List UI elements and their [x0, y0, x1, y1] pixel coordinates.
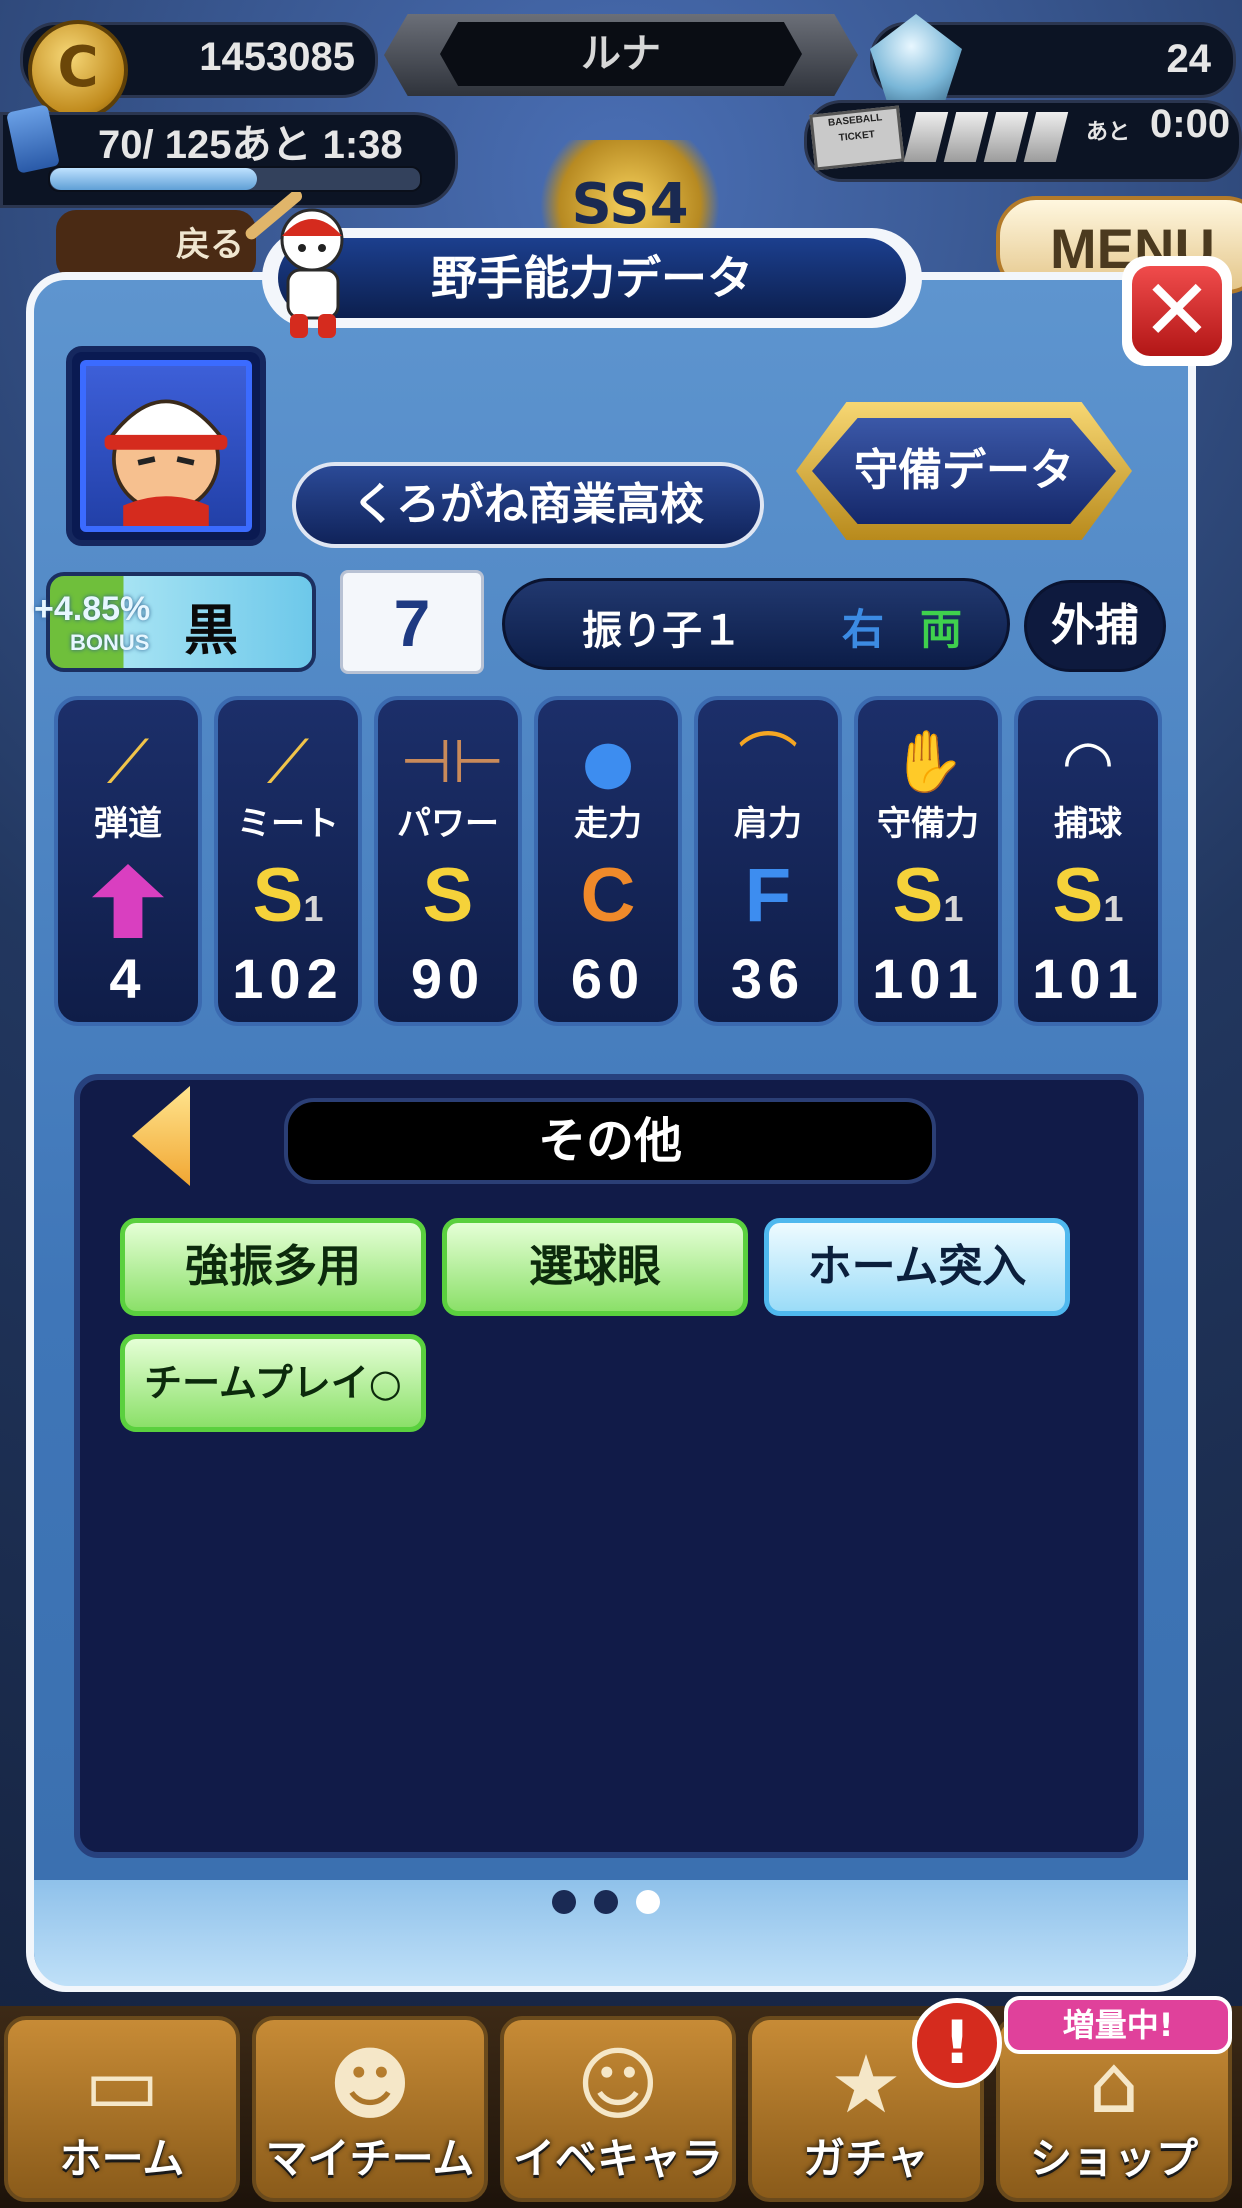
batting-form: 振り子１ — [582, 608, 742, 654]
stat-label: ミート — [237, 804, 339, 844]
skills-box — [74, 1074, 1144, 1858]
stamina-text: 70/ 125あと 1:38 — [98, 123, 403, 167]
defense-data-button[interactable]: 守備データ — [812, 418, 1116, 524]
uniform-number: 7 — [340, 570, 484, 674]
stat-card-catching: ◠ 捕球 S1 101 — [1014, 696, 1162, 1026]
bats-hand: 両 — [920, 605, 963, 654]
batter-mascot-icon — [245, 192, 344, 338]
stat-label: 守備力 — [877, 804, 979, 844]
stat-label: 走力 — [574, 804, 642, 844]
promo-badge: 増量中! — [1004, 1996, 1232, 2054]
stat-value: 36 — [730, 947, 806, 1010]
stat-card-speed: ● 走力 C 60 — [534, 696, 682, 1026]
panel-title: 野手能力データ — [278, 238, 906, 318]
nav-label: マイチーム — [265, 2134, 475, 2183]
dumbbell-icon: ⊣⊢ — [400, 727, 505, 797]
stat-grade-sub: 1 — [303, 888, 324, 929]
stat-card-arm: ⌒ 肩力 F 36 — [694, 696, 842, 1026]
gacha-alert-icon: ! — [912, 1998, 1002, 2088]
trajectory-bat-icon: ⟋ — [107, 727, 149, 797]
stat-label: パワー — [397, 804, 499, 844]
ticket-timer: 0:00 — [1150, 102, 1231, 146]
nav-label: イベキャラ — [512, 2134, 723, 2183]
position-badge: 外捕 — [1024, 580, 1166, 672]
stat-grade-letter: S — [252, 853, 304, 938]
stat-card-trajectory: ⟋ 弾道 4 — [54, 696, 202, 1026]
throws-hand: 右 — [842, 605, 885, 654]
stat-card-meet: ⟋ ミート S1 102 — [214, 696, 362, 1026]
skills-category-header: その他 — [284, 1098, 936, 1184]
page-dot[interactable] — [552, 1890, 576, 1914]
stat-grade-letter: S — [422, 853, 474, 938]
stat-value: 90 — [410, 947, 486, 1010]
stat-card-power: ⊣⊢ パワー S 90 — [374, 696, 522, 1026]
school-name: くろがね商業高校 — [292, 462, 764, 548]
bonus-label: BONUS — [70, 630, 150, 655]
ticket-icon: BASEBALL TICKET — [809, 105, 905, 171]
stat-label: 肩力 — [734, 804, 802, 844]
glove-icon: ✋ — [890, 727, 966, 797]
stat-grade: F — [698, 852, 838, 939]
gem-value: 24 — [1166, 37, 1212, 81]
skill-chip[interactable]: 選球眼 — [442, 1218, 748, 1316]
trajectory-arrow-icon — [92, 864, 164, 938]
page-dot[interactable] — [594, 1890, 618, 1914]
book-icon: ▭ — [84, 2038, 160, 2131]
stat-grade: C — [538, 852, 678, 939]
nav-label: ガチャ — [803, 2134, 929, 2183]
stat-grade-letter: F — [744, 853, 792, 938]
catch-ball-icon: ◠ — [1061, 727, 1115, 797]
player-name[interactable]: ルナ — [440, 22, 802, 86]
stat-grade-letter: C — [580, 853, 636, 938]
stat-label: 捕球 — [1054, 804, 1122, 844]
skill-chip[interactable]: チームプレイ○ — [120, 1334, 426, 1432]
skill-chip[interactable]: ホーム突入 — [764, 1218, 1070, 1316]
nav-my-team[interactable]: ☻ マイチーム — [252, 2016, 488, 2202]
stat-value: 60 — [570, 947, 646, 1010]
close-button[interactable]: ✕ — [1132, 266, 1222, 356]
nav-label: ホーム — [59, 2134, 185, 2183]
stat-value: 101 — [872, 947, 984, 1010]
stat-value: 102 — [232, 947, 344, 1010]
stat-grade-letter: S — [1052, 853, 1104, 938]
character-icon: ☺ — [576, 2038, 660, 2131]
stat-label: 弾道 — [94, 804, 162, 844]
stat-grade: S1 — [1018, 852, 1158, 939]
stat-grade: S — [378, 852, 518, 939]
page-dot-active[interactable] — [636, 1890, 660, 1914]
gacha-icon: ★ — [830, 2038, 902, 2131]
coin-value: 1453085 — [199, 35, 355, 79]
skill-chip[interactable]: 強振多用 — [120, 1218, 426, 1316]
throw-arc-icon: ⌒ — [738, 727, 798, 797]
stat-grade-sub: 1 — [1103, 888, 1124, 929]
stat-value: 101 — [1032, 947, 1144, 1010]
bonus-percent: +4.85% — [34, 590, 151, 628]
stat-grade-sub: 1 — [943, 888, 964, 929]
ticket-remaining-label: あと — [1086, 120, 1131, 145]
stat-grade: S1 — [218, 852, 358, 939]
back-button[interactable]: 戻る — [56, 210, 256, 280]
aptitude-rank: 黒 — [184, 599, 238, 662]
bat-icon: ⟋ — [267, 727, 309, 797]
stat-grade: S1 — [858, 852, 998, 939]
nav-label: ショップ — [1029, 2134, 1198, 2183]
running-ball-icon: ● — [581, 727, 635, 797]
stamina-bar-fill — [50, 168, 258, 190]
stamina-bar — [48, 166, 422, 192]
nav-event-characters[interactable]: ☺ イベキャラ — [500, 2016, 736, 2202]
stat-card-fielding: ✋ 守備力 S1 101 — [854, 696, 1002, 1026]
stat-value: 4 — [109, 947, 147, 1010]
stat-grade-letter: S — [892, 853, 944, 938]
player-avatar[interactable] — [80, 360, 252, 532]
nav-home[interactable]: ▭ ホーム — [4, 2016, 240, 2202]
team-icon: ☻ — [328, 2038, 412, 2131]
